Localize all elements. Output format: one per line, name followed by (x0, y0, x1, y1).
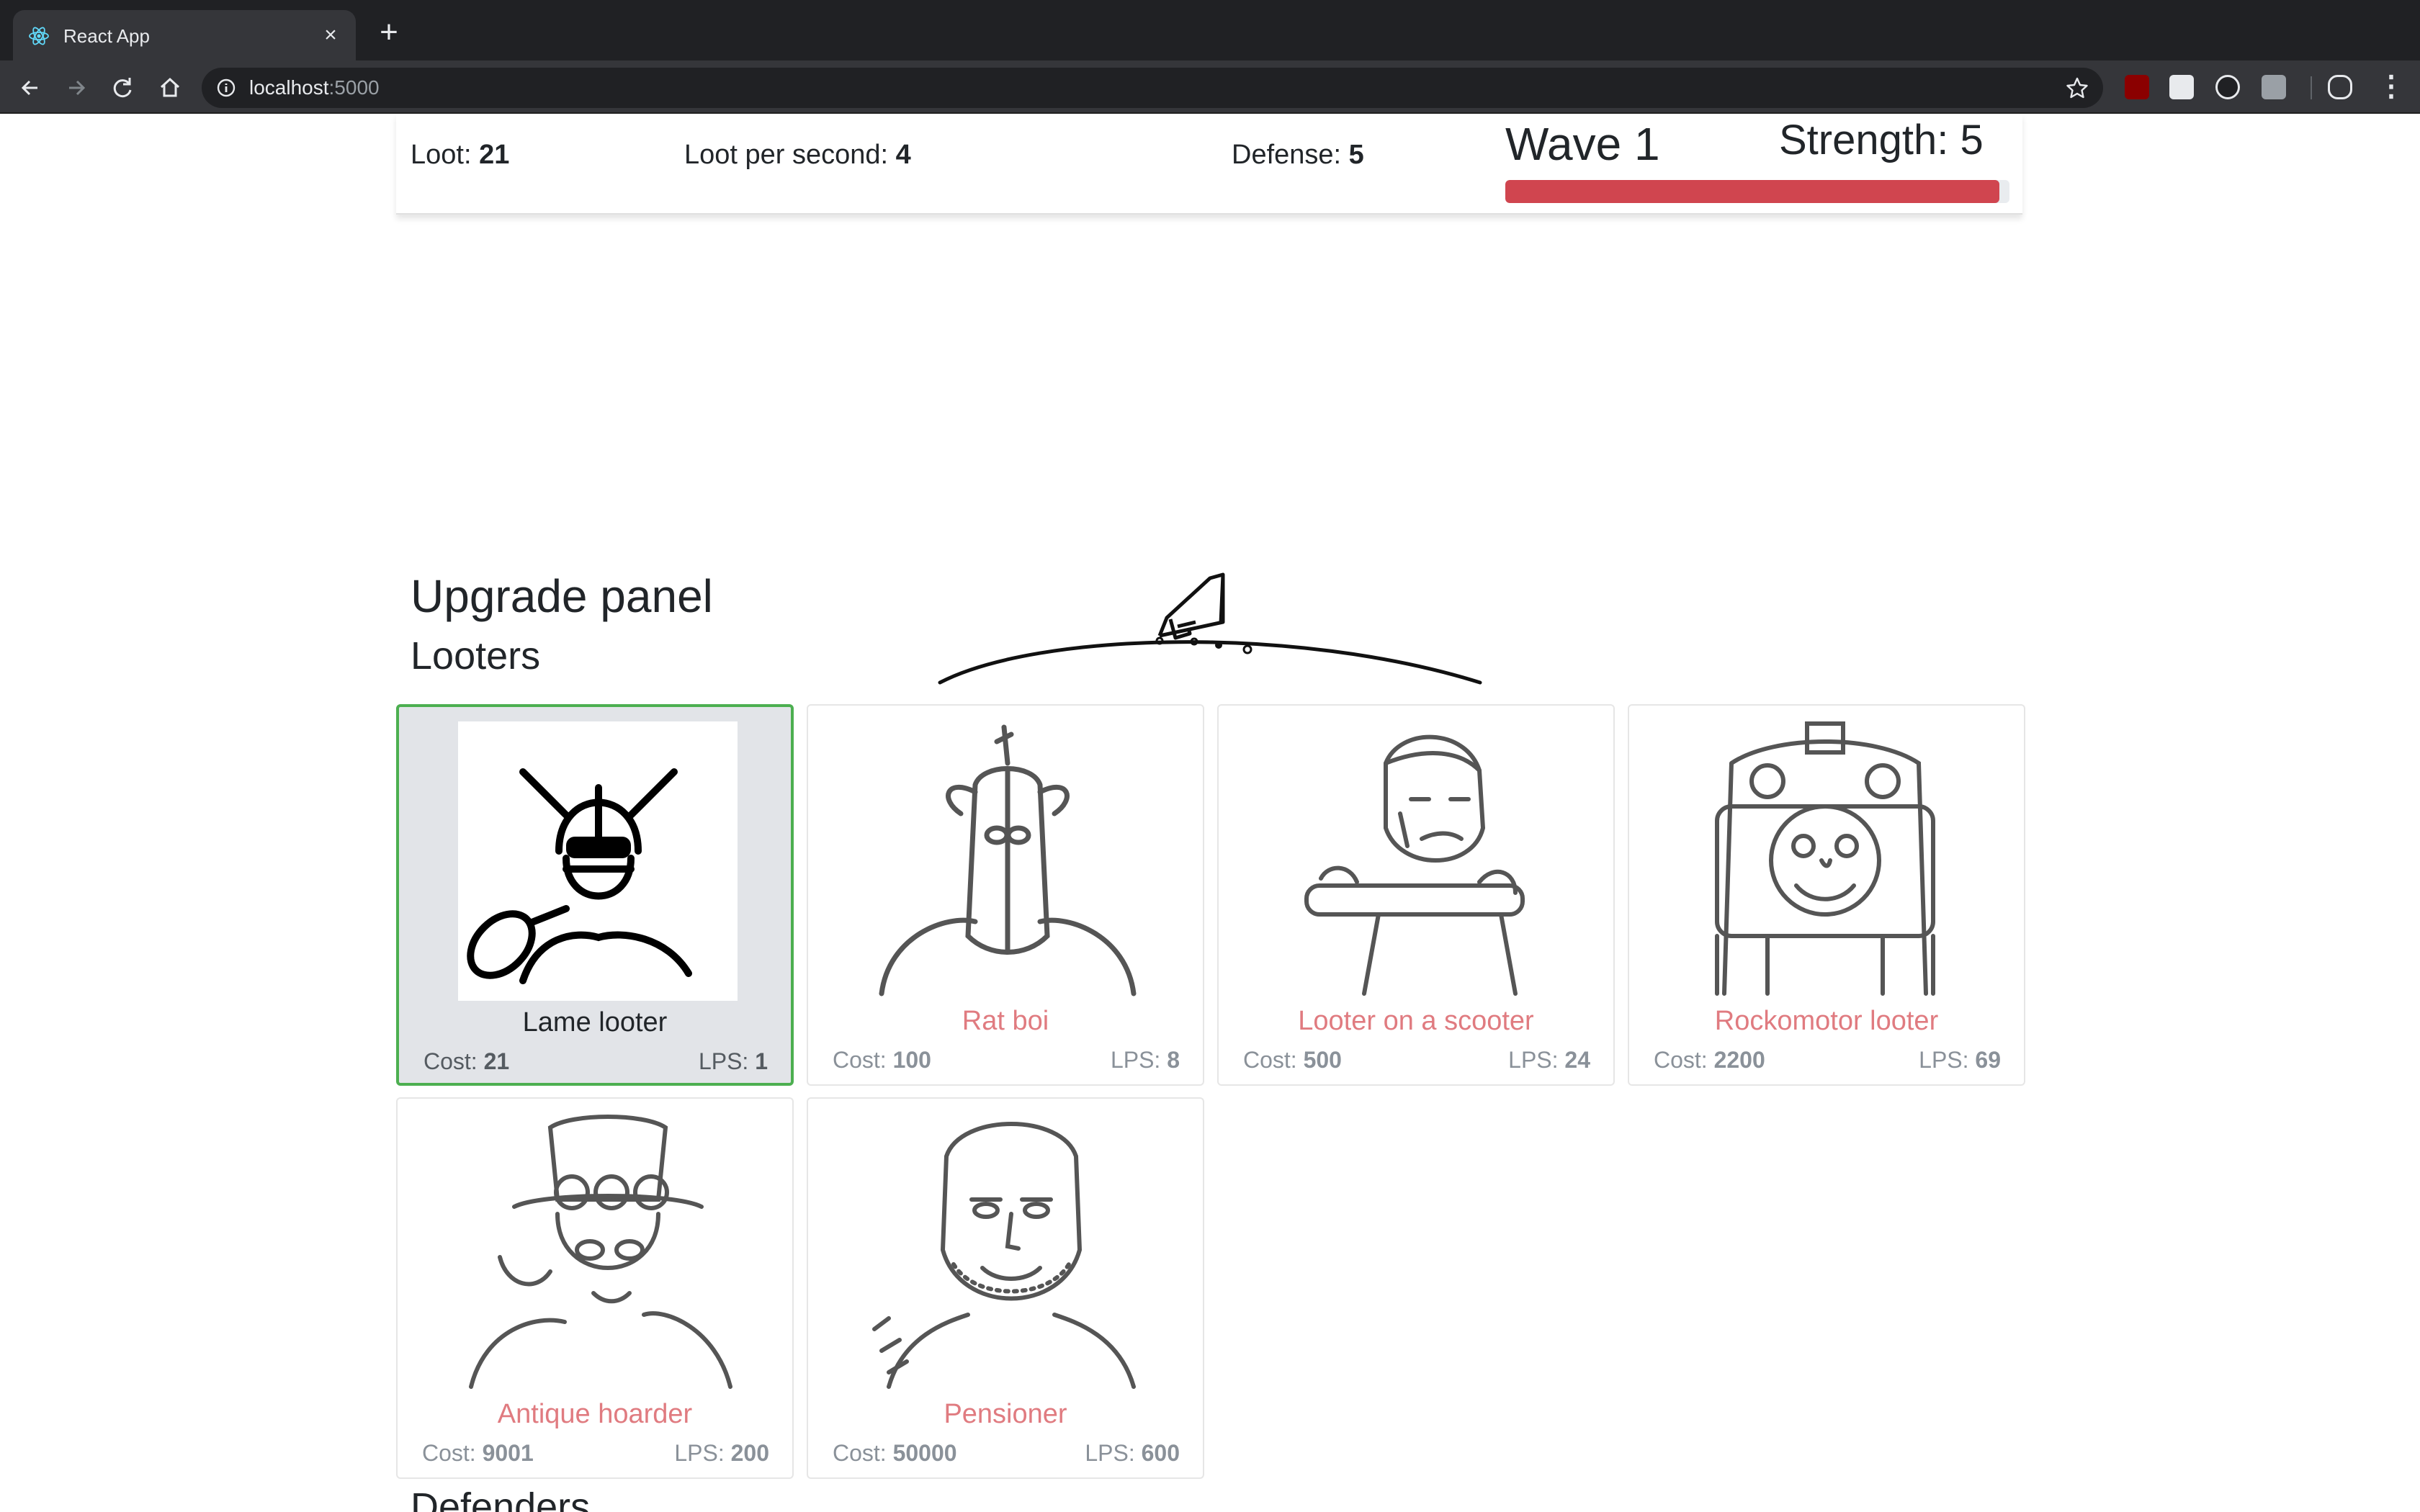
looter-name: Rockomotor looter (1714, 1006, 1939, 1036)
looter-lps: LPS: 24 (1508, 1047, 1590, 1073)
hooded-rat-icon (867, 720, 1147, 999)
wave-progress-fill (1505, 180, 1999, 203)
looter-card-rockomotor-looter[interactable]: Rockomotor looter Cost: 2200 LPS: 69 (1628, 704, 2025, 1086)
looter-name: Looter on a scooter (1298, 1006, 1534, 1036)
stats-bar: Loot: 21 Loot per second: 4 Defense: 5 W… (396, 114, 2022, 215)
wave-title: Wave 1 (1505, 118, 1660, 170)
incognito-icon[interactable] (2328, 75, 2352, 99)
looter-name: Rat boi (962, 1006, 1049, 1036)
loot-stat: Loot: 21 (411, 140, 510, 170)
page-content: Loot: 21 Loot per second: 4 Defense: 5 W… (0, 114, 2420, 1512)
info-icon[interactable] (216, 78, 236, 98)
browser-toolbar: localhost:5000 ⋮ (0, 60, 2420, 114)
looter-cost: Cost: 2200 (1654, 1047, 1765, 1073)
looter-lps: LPS: 8 (1110, 1047, 1180, 1073)
scooter-man-icon (1278, 720, 1557, 999)
address-bar[interactable]: localhost:5000 (202, 68, 2103, 108)
looter-card-antique-hoarder[interactable]: Antique hoarder Cost: 9001 LPS: 200 (396, 1097, 794, 1479)
defense-stat: Defense: 5 (1232, 140, 1364, 170)
reload-icon[interactable] (108, 73, 137, 102)
looter-card-pensioner[interactable]: Pensioner Cost: 50000 LPS: 600 (807, 1097, 1204, 1479)
looter-name: Lame looter (522, 1007, 668, 1038)
top-hat-steampunk-icon (457, 1113, 736, 1392)
looter-lps: LPS: 200 (674, 1440, 769, 1466)
url-text: localhost:5000 (249, 76, 380, 99)
forward-icon[interactable] (62, 73, 91, 102)
home-icon[interactable] (156, 73, 184, 102)
browser-titlebar: React App × + (0, 0, 2420, 60)
tab-title: React App (63, 25, 150, 47)
loot-per-second-stat: Loot per second: 4 (684, 140, 911, 170)
looter-cost: Cost: 21 (424, 1048, 510, 1074)
wave-strength: Strength: 5 (1779, 117, 1984, 163)
looters-section-title: Looters (411, 634, 541, 678)
bookmark-star-icon[interactable] (2064, 75, 2090, 101)
more-menu-icon[interactable]: ⋮ (2377, 72, 2406, 102)
looter-cost: Cost: 500 (1243, 1047, 1342, 1073)
browser-tab[interactable]: React App × (13, 10, 356, 60)
looter-lps: LPS: 69 (1919, 1047, 2001, 1073)
new-tab-icon[interactable]: + (375, 17, 403, 48)
looter-card-looter-on-a-scooter[interactable]: Looter on a scooter Cost: 500 LPS: 24 (1217, 704, 1615, 1086)
looter-card-rat-boi[interactable]: Rat boi Cost: 100 LPS: 8 (807, 704, 1204, 1086)
looter-cost: Cost: 100 (833, 1047, 931, 1073)
toolbar-divider (2311, 76, 2312, 99)
looter-cost: Cost: 9001 (422, 1440, 534, 1466)
looter-cost: Cost: 50000 (833, 1440, 957, 1466)
hut-icon (1157, 572, 1225, 640)
game-scene-hill (938, 572, 1482, 685)
react-logo-icon (29, 27, 49, 45)
defenders-section-title: Defenders (411, 1485, 591, 1512)
old-man-icon (867, 1113, 1147, 1392)
looter-card-lame-looter[interactable]: Lame looter Cost: 21 LPS: 1 (396, 704, 794, 1086)
looter-name: Pensioner (944, 1399, 1067, 1429)
extension-icon[interactable] (2169, 75, 2194, 99)
looter-name: Antique hoarder (497, 1399, 693, 1429)
back-icon[interactable] (16, 73, 45, 102)
ublock-extension-icon[interactable] (2125, 75, 2149, 99)
ninja-extension-icon[interactable] (2215, 75, 2240, 99)
wave-progress-bar (1505, 180, 2009, 203)
looter-lps: LPS: 1 (698, 1048, 768, 1074)
viking-helmet-looter-icon (458, 721, 738, 1001)
upgrade-panel-title: Upgrade panel (411, 570, 713, 622)
looter-lps: LPS: 600 (1085, 1440, 1180, 1466)
close-tab-icon[interactable]: × (318, 23, 343, 48)
puzzle-extension-icon[interactable] (2262, 75, 2286, 99)
tank-engine-icon (1688, 720, 1968, 999)
